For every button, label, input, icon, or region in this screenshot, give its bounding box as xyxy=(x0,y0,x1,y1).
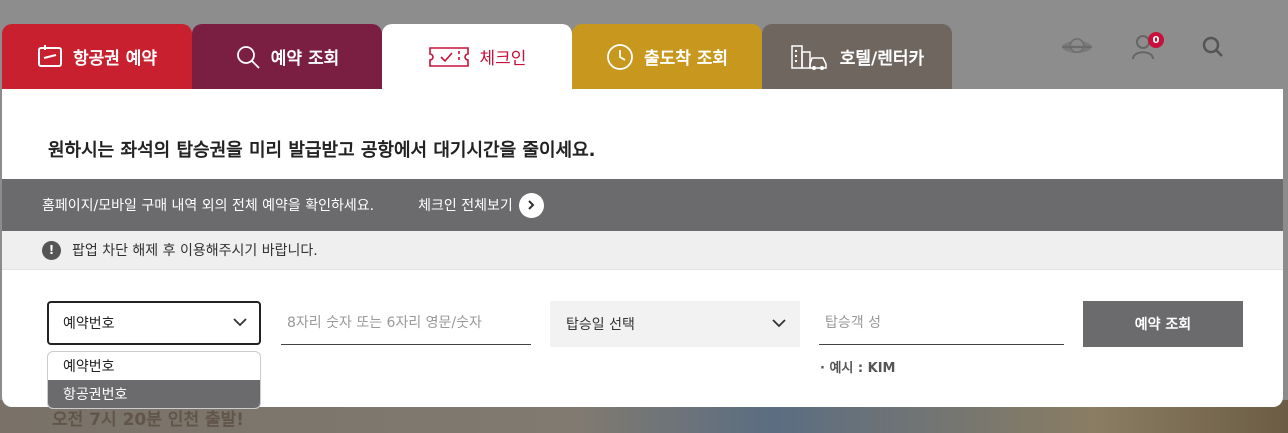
surname-example: · 예시 : KIM xyxy=(820,361,896,376)
tab-label: 예약 조회 xyxy=(270,49,340,69)
boarding-date-label: 탑승일 선택 xyxy=(566,317,635,333)
ticket-icon xyxy=(37,44,63,70)
tab-hotel-rental[interactable]: 호텔/렌터카 xyxy=(762,24,952,89)
tab-label: 호텔/렌터카 xyxy=(839,49,925,69)
tab-flight-status[interactable]: 출도착 조회 xyxy=(572,24,762,89)
chevron-down-icon xyxy=(233,315,247,331)
dropdown-option-reservation-number[interactable]: 예약번호 xyxy=(48,352,260,380)
reservation-search-button[interactable]: 예약 조회 xyxy=(1083,301,1243,347)
info-bar: 홈페이지/모바일 구매 내역 외의 전체 예약을 확인하세요. 체크인 전체보기 xyxy=(2,179,1283,231)
search-type-dropdown: 예약번호 항공권번호 xyxy=(47,351,261,409)
service-tabs: 항공권 예약 예약 조회 체크인 출도착 조회 호텔/렌터카 xyxy=(2,24,952,89)
checkin-panel: 원하시는 좌석의 탑승권을 미리 발급받고 공항에서 대기시간을 줄이세요. 홈… xyxy=(2,89,1283,409)
search-icon[interactable] xyxy=(1196,30,1230,64)
exclamation-icon: ! xyxy=(42,240,61,260)
tab-label: 출도착 조회 xyxy=(643,49,729,69)
tab-flight-booking[interactable]: 항공권 예약 xyxy=(2,24,192,89)
boarding-date-select[interactable]: 탑승일 선택 xyxy=(550,301,800,347)
view-all-checkin-link[interactable]: 체크인 전체보기 xyxy=(418,192,544,218)
dropdown-option-ticket-number[interactable]: 항공권번호 xyxy=(48,380,260,408)
tab-reservation-lookup[interactable]: 예약 조회 xyxy=(192,24,382,89)
chevron-right-icon xyxy=(518,192,544,218)
notice-text: 팝업 차단 해제 후 이용해주시기 바랍니다. xyxy=(72,243,318,259)
reservation-number-input[interactable] xyxy=(281,301,531,345)
header-utility-icons: 0 xyxy=(1060,30,1230,64)
checkin-headline: 원하시는 좌석의 탑승권을 미리 발급받고 공항에서 대기시간을 줄이세요. xyxy=(48,140,596,161)
tab-checkin[interactable]: 체크인 xyxy=(382,24,572,89)
surname-input[interactable] xyxy=(819,301,1064,345)
hotel-car-icon xyxy=(790,44,830,70)
search-icon xyxy=(235,44,261,70)
clock-icon xyxy=(606,43,634,71)
airplane-icon[interactable] xyxy=(1060,30,1094,64)
tab-label: 체크인 xyxy=(479,49,527,69)
tab-label: 항공권 예약 xyxy=(72,49,158,69)
search-type-value: 예약번호 xyxy=(63,316,115,332)
notification-badge: 0 xyxy=(1148,32,1164,48)
boarding-pass-icon xyxy=(428,45,470,69)
chevron-down-icon xyxy=(772,316,786,332)
banner-text: 오전 7시 20분 인천 출발! xyxy=(52,410,245,430)
user-icon[interactable]: 0 xyxy=(1128,30,1164,64)
popup-notice: ! 팝업 차단 해제 후 이용해주시기 바랍니다. xyxy=(2,231,1283,270)
info-text: 홈페이지/모바일 구매 내역 외의 전체 예약을 확인하세요. xyxy=(42,198,375,214)
view-all-label: 체크인 전체보기 xyxy=(418,198,513,214)
search-type-select[interactable]: 예약번호 xyxy=(47,301,261,345)
